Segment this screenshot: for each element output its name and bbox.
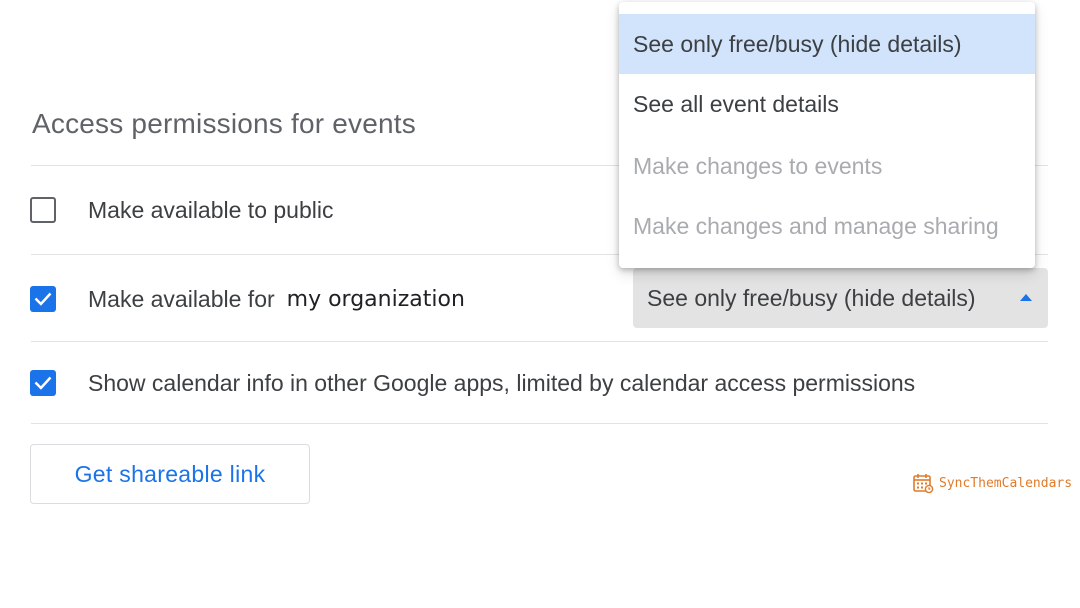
dropdown-option-free-busy[interactable]: See only free/busy (hide details) <box>619 14 1035 74</box>
watermark-text: SyncThemCalendars <box>939 475 1073 491</box>
public-checkbox[interactable] <box>30 197 56 223</box>
organization-permission-row: Make available for my organization <box>30 279 465 319</box>
organization-access-select[interactable]: See only free/busy (hide details) <box>633 268 1048 328</box>
google-apps-checkbox[interactable] <box>30 370 56 396</box>
checkmark-icon <box>34 376 52 390</box>
chevron-up-icon <box>1020 294 1032 301</box>
organization-name: my organization <box>286 286 465 312</box>
access-level-dropdown-menu: See only free/busy (hide details) See al… <box>619 2 1035 268</box>
organization-checkbox[interactable] <box>30 286 56 312</box>
organization-label: Make available for <box>88 285 275 312</box>
checkmark-icon <box>34 292 52 306</box>
public-label: Make available to public <box>88 196 334 223</box>
dropdown-option-manage-sharing: Make changes and manage sharing <box>633 212 999 239</box>
dropdown-option-make-changes: Make changes to events <box>633 152 883 179</box>
google-apps-label: Show calendar info in other Google apps,… <box>88 369 916 396</box>
public-permission-row: Make available to public <box>30 190 333 230</box>
divider <box>31 341 1048 342</box>
divider <box>31 423 1048 424</box>
dropdown-option-all-details[interactable]: See all event details <box>619 74 1035 134</box>
watermark: SyncThemCalendars <box>912 472 1072 494</box>
select-value: See only free/busy (hide details) <box>647 284 976 311</box>
page-title: Access permissions for events <box>32 108 416 139</box>
google-apps-permission-row: Show calendar info in other Google apps,… <box>30 363 915 403</box>
get-shareable-link-button[interactable]: Get shareable link <box>30 444 310 504</box>
calendar-icon <box>913 474 934 494</box>
